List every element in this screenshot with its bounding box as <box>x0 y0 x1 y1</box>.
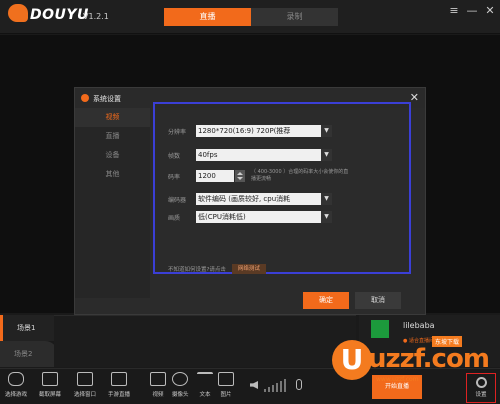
tool-label: 选择游戏 <box>5 392 28 398</box>
image-button[interactable]: 图片 <box>218 372 234 398</box>
microphone-icon[interactable] <box>296 379 302 390</box>
volume-bar <box>284 379 286 392</box>
watermark: U uzzf.com 东坡下载 www.uzzf.com <box>332 336 490 386</box>
tab-record[interactable]: 录制 <box>251 8 338 26</box>
bitrate-input[interactable]: 1200 <box>196 170 234 182</box>
encoder-select[interactable]: 软件编码 (画质较好, cpu消耗 ▼ <box>196 193 332 205</box>
quality-value: 低(CPU消耗低) <box>198 213 246 221</box>
close-icon[interactable]: ✕ <box>484 4 496 17</box>
watermark-text: uzzf.com <box>368 344 490 374</box>
encoder-value: 软件编码 (画质较好, cpu消耗 <box>198 195 291 203</box>
volume-bar <box>280 381 282 392</box>
tool-label: 文本 <box>199 392 211 398</box>
tool-label: 截取屏幕 <box>39 392 62 398</box>
camera-button[interactable]: 摄像头 <box>172 372 189 398</box>
network-test-button[interactable]: 网络测试 <box>231 264 266 274</box>
window-icon <box>77 372 93 386</box>
douyu-logo-icon <box>8 4 28 22</box>
help-text: 不知道如何设置?请点击 <box>168 267 226 273</box>
image-icon <box>218 372 234 386</box>
bitrate-stepper[interactable] <box>235 170 245 182</box>
watermark-logo-icon: U <box>332 340 372 380</box>
resolution-row: 分辨率 1280*720(16:9) 720P(推荐 ▼ <box>168 125 332 137</box>
video-button[interactable]: 视频 <box>150 372 166 398</box>
dialog-sidebar: 视频 直播 设备 其他 <box>75 108 150 298</box>
gamepad-icon <box>8 372 24 386</box>
volume-bar <box>268 387 270 392</box>
tool-label: 手游直播 <box>108 392 131 398</box>
resolution-label: 分辨率 <box>168 128 187 136</box>
dialog-close-icon[interactable]: ✕ <box>410 91 419 104</box>
username: lilebaba <box>403 321 435 330</box>
gear-icon <box>475 377 487 388</box>
sidebar-item-other[interactable]: 其他 <box>75 165 150 184</box>
scene-sources-panel <box>54 315 356 367</box>
cancel-button[interactable]: 取消 <box>355 292 401 309</box>
quality-row: 画质 低(CPU消耗低) ▼ <box>168 211 332 223</box>
fps-value: 40fps <box>198 151 218 159</box>
help-row: 不知道如何设置?请点击 网络测试 <box>168 264 266 274</box>
text-button[interactable]: 文本 <box>197 372 213 398</box>
volume-bar <box>276 383 278 392</box>
fps-label: 帧数 <box>168 152 181 160</box>
bitrate-row: 码率 1200 （ 400-3000 ）合理的码率大小会使你的直播更流畅 <box>168 169 351 183</box>
chevron-down-icon: ▼ <box>321 149 332 161</box>
watermark-badge: 东坡下载 <box>432 336 462 347</box>
tool-label: 选择窗口 <box>74 392 97 398</box>
fps-select[interactable]: 40fps ▼ <box>196 149 332 161</box>
volume-bar <box>272 385 274 392</box>
watermark-url: www.uzzf.com <box>376 376 419 383</box>
app-logo: DOUYU <box>8 4 89 24</box>
title-bar: DOUYU V1.2.1 直播 录制 ≡ — ✕ <box>0 0 500 34</box>
sidebar-item-device[interactable]: 设备 <box>75 146 150 165</box>
sidebar-item-live[interactable]: 直播 <box>75 127 150 146</box>
resolution-value: 1280*720(16:9) 720P(推荐 <box>198 127 291 135</box>
resolution-select[interactable]: 1280*720(16:9) 720P(推荐 ▼ <box>196 125 332 137</box>
fps-row: 帧数 40fps ▼ <box>168 149 332 161</box>
encoder-row: 编码器 软件编码 (画质较好, cpu消耗 ▼ <box>168 193 332 205</box>
bitrate-hint: （ 400-3000 ）合理的码率大小会使你的直播更流畅 <box>251 169 349 182</box>
dialog-title: 系统设置 <box>93 95 121 103</box>
menu-icon[interactable]: ≡ <box>448 4 460 17</box>
select-game-button[interactable]: 选择游戏 <box>5 372 27 398</box>
avatar[interactable] <box>371 320 389 338</box>
tool-label: 视频 <box>152 392 164 398</box>
tool-label: 图片 <box>220 392 232 398</box>
speaker-icon[interactable] <box>250 381 258 389</box>
film-icon <box>150 372 166 386</box>
chevron-down-icon: ▼ <box>321 211 332 223</box>
minimize-icon[interactable]: — <box>466 4 478 17</box>
capture-screen-button[interactable]: 截取屏幕 <box>39 372 61 398</box>
scene-1-tab[interactable]: 场景1 <box>0 315 54 341</box>
monitor-icon <box>42 372 58 386</box>
dialog-footer: 确定 取消 <box>75 292 425 314</box>
encoder-label: 编码器 <box>168 196 187 204</box>
ok-button[interactable]: 确定 <box>303 292 349 309</box>
chevron-down-icon: ▼ <box>321 193 332 205</box>
tool-label: 摄像头 <box>172 392 189 398</box>
chevron-down-icon: ▼ <box>321 125 332 137</box>
camera-icon <box>172 372 189 386</box>
settings-label: 设置 <box>475 392 487 398</box>
mobile-live-button[interactable]: 手游直播 <box>108 372 130 398</box>
app-name: DOUYU <box>30 7 89 23</box>
text-icon <box>197 372 213 386</box>
quality-label: 画质 <box>168 214 181 222</box>
phone-icon <box>111 372 127 386</box>
settings-button[interactable]: 设置 <box>466 373 496 403</box>
volume-meter[interactable] <box>264 378 286 392</box>
sidebar-item-video[interactable]: 视频 <box>75 108 150 127</box>
tab-live[interactable]: 直播 <box>164 8 251 26</box>
select-window-button[interactable]: 选择窗口 <box>74 372 96 398</box>
quality-select[interactable]: 低(CPU消耗低) ▼ <box>196 211 332 223</box>
volume-bar <box>264 389 266 392</box>
bitrate-label: 码率 <box>168 173 181 181</box>
scene-2-tab[interactable]: 场景2 <box>0 341 58 367</box>
settings-dialog: 系统设置 ✕ 视频 直播 设备 其他 分辨率 1280*720(16:9) 72… <box>74 87 426 315</box>
app-version: V1.2.1 <box>83 12 109 21</box>
gear-icon <box>81 94 89 102</box>
